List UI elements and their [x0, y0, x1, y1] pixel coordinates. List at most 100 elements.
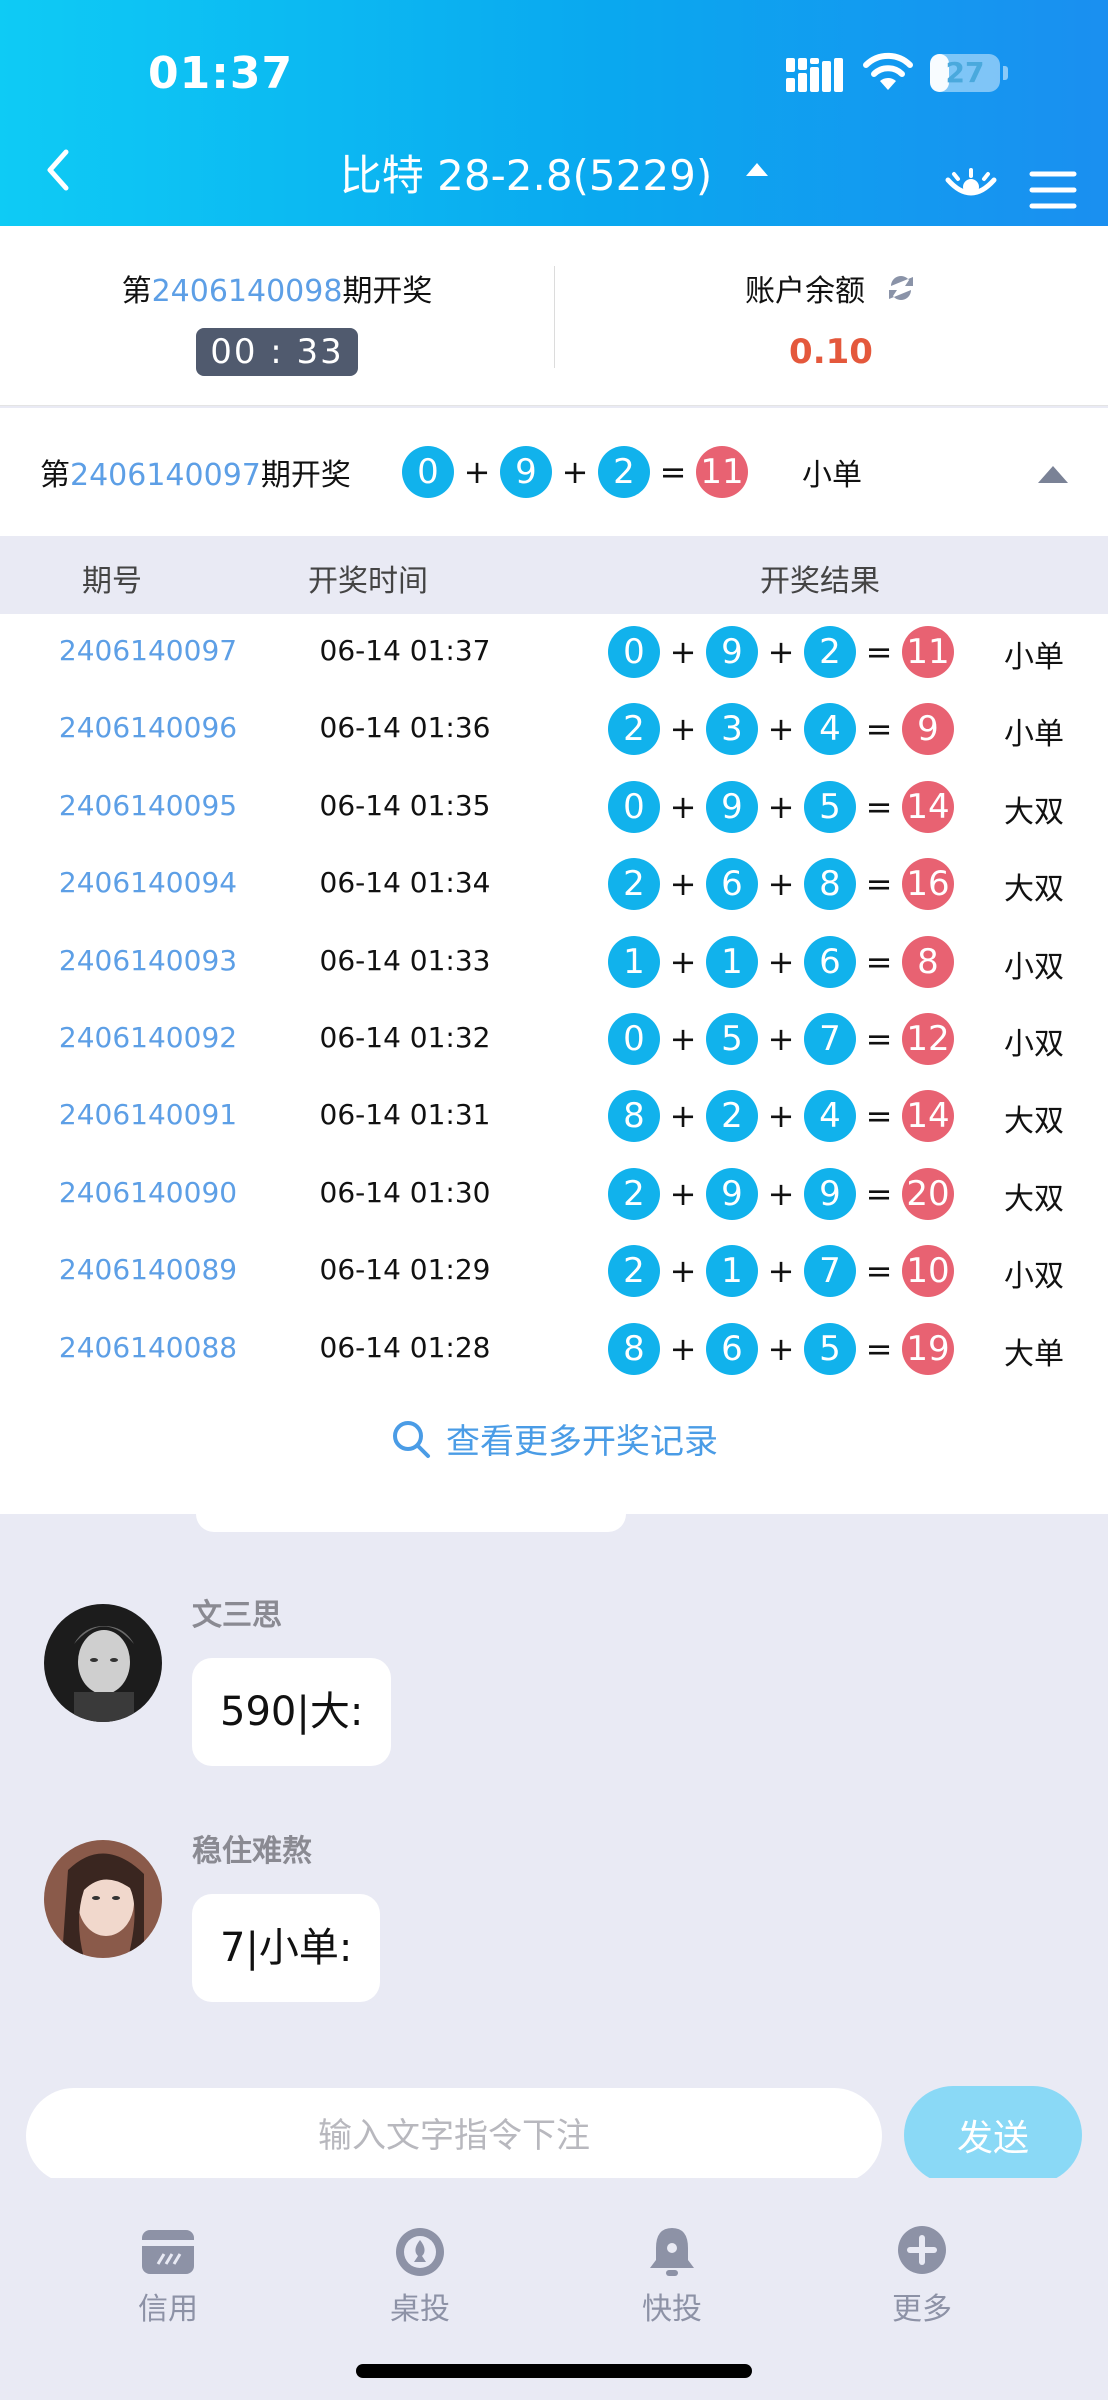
equals-sign: = [865, 710, 893, 749]
result-type-cell: 大双 [1004, 1104, 1064, 1140]
result-ball: 2 [608, 703, 660, 756]
refresh-icon[interactable] [885, 272, 917, 304]
result-ball: 0 [608, 626, 660, 678]
tab-label: 信用 [138, 2292, 198, 2327]
draw-suffix: 期开奖 [342, 274, 433, 309]
page-title-button[interactable]: 比特 28-2.8(5229) [0, 142, 1108, 203]
sum-ball: 19 [902, 1322, 954, 1375]
plus-sign: + [669, 1020, 697, 1058]
equals-sign: = [865, 787, 893, 826]
tab-label: 快投 [642, 2292, 702, 2327]
result-ball: 8 [608, 1090, 660, 1143]
view-more-label: 查看更多开奖记录 [446, 1422, 718, 1462]
plus-sign: + [767, 1020, 795, 1058]
result-ball: 6 [804, 935, 856, 988]
table-row[interactable]: 2406140097 06-14 01:37 0 +9 +2 = 11 小单 [0, 614, 1108, 691]
table-row[interactable]: 2406140093 06-14 01:33 1 +1 +6 = 8 小双 [0, 924, 1108, 1001]
sum-ball: 11 [902, 626, 954, 678]
table-row[interactable]: 2406140094 06-14 01:34 2 +6 +8 = 16 大双 [0, 846, 1108, 923]
time-cell: 06-14 01:35 [319, 788, 491, 822]
result-cell: 0 +5 +7 = 12 [608, 1013, 954, 1065]
sum-ball: 9 [902, 703, 954, 756]
plus-sign: + [669, 1097, 697, 1136]
plus-sign: + [767, 633, 795, 671]
result-ball: 5 [804, 1322, 856, 1375]
search-icon [393, 1420, 430, 1458]
result-ball: 2 [706, 1090, 758, 1143]
balance-label: 账户余额 [745, 274, 865, 309]
result-ball: 6 [706, 1322, 758, 1375]
status-time: 01:37 [148, 48, 294, 99]
plus-sign: + [669, 942, 697, 981]
previous-message-bubble [196, 1514, 626, 1532]
tab-more[interactable]: 更多 [842, 2224, 1002, 2328]
plus-sign: + [767, 865, 795, 904]
tab-label: 桌投 [390, 2292, 450, 2327]
plus-sign: + [767, 787, 795, 826]
table-row[interactable]: 2406140091 06-14 01:31 8 +2 +4 = 14 大双 [0, 1078, 1108, 1155]
plus-circle-icon [898, 2226, 946, 2274]
result-ball: 2 [608, 1167, 660, 1220]
collapse-caret-icon[interactable] [1038, 466, 1068, 483]
history-table-header: 期号 开奖时间 开奖结果 [0, 536, 1108, 614]
result-ball: 1 [706, 1245, 758, 1298]
result-ball: 3 [706, 703, 758, 756]
time-cell: 06-14 01:33 [319, 943, 491, 977]
table-row[interactable]: 2406140092 06-14 01:32 0 +5 +7 = 12 小双 [0, 1001, 1108, 1078]
table-row[interactable]: 2406140090 06-14 01:30 2 +9 +9 = 20 大双 [0, 1156, 1108, 1233]
table-row[interactable]: 2406140089 06-14 01:29 2 +1 +7 = 10 小双 [0, 1233, 1108, 1310]
battery-icon: 27 [930, 54, 1000, 92]
menu-icon[interactable] [1028, 168, 1078, 212]
time-cell: 06-14 01:32 [319, 1021, 491, 1054]
result-type-cell: 小双 [1004, 949, 1064, 985]
table-row[interactable]: 2406140088 06-14 01:28 8 +6 +5 = 19 大单 [0, 1311, 1108, 1388]
last-draw-summary[interactable]: 第2406140097期开奖 0 + 9 + 2 = 11 小单 [0, 408, 1108, 536]
view-more-link[interactable]: 查看更多开奖记录 [0, 1414, 1108, 1463]
tab-table-bet[interactable]: 桌投 [340, 2224, 500, 2328]
period-cell: 2406140097 [58, 634, 238, 667]
wifi-icon [863, 52, 913, 90]
sender-name: 稳住难熬 [192, 1834, 312, 1869]
avatar[interactable] [44, 1604, 162, 1722]
result-ball: 0 [608, 780, 660, 833]
plus-sign: + [463, 453, 491, 491]
result-ball: 9 [706, 1167, 758, 1220]
plus-sign: + [767, 1174, 795, 1213]
last-period-number: 2406140097 [70, 458, 261, 493]
tab-credit[interactable]: 信用 [88, 2224, 248, 2328]
plus-sign: + [561, 453, 589, 491]
plus-sign: + [669, 787, 697, 826]
time-cell: 06-14 01:29 [319, 1253, 491, 1287]
result-ball: 1 [608, 935, 660, 988]
chat-area[interactable]: 文三思 590|大: 稳住难熬 7|小单: [0, 1514, 1108, 2038]
avatar[interactable] [44, 1840, 162, 1958]
table-row[interactable]: 2406140095 06-14 01:35 0 +9 +5 = 14 大双 [0, 769, 1108, 846]
period-cell: 2406140093 [58, 943, 238, 977]
equals-sign: = [865, 1097, 893, 1136]
draw-prefix: 第 [40, 458, 70, 493]
result-ball: 8 [608, 1322, 660, 1375]
sum-ball: 11 [696, 446, 748, 498]
result-ball: 5 [706, 1013, 758, 1065]
message-bubble[interactable]: 7|小单: [192, 1894, 381, 2002]
tab-quick-bet[interactable]: 快投 [592, 2224, 752, 2328]
send-button[interactable]: 发送 [904, 2086, 1082, 2184]
column-header-period: 期号 [82, 564, 142, 599]
eye-toggle-icon[interactable] [944, 166, 998, 210]
equals-sign: = [865, 942, 893, 981]
result-type-cell: 小双 [1004, 1027, 1064, 1062]
result-cell: 2 +6 +8 = 16 [608, 858, 954, 911]
plus-sign: + [669, 710, 697, 749]
plus-sign: + [669, 1252, 697, 1291]
message-bubble[interactable]: 590|大: [192, 1658, 392, 1766]
result-ball: 1 [706, 935, 758, 988]
result-ball: 9 [706, 626, 758, 678]
result-type-cell: 大双 [1004, 1181, 1064, 1217]
result-type-cell: 大单 [1004, 1336, 1064, 1372]
column-header-result: 开奖结果 [760, 564, 880, 599]
table-row[interactable]: 2406140096 06-14 01:36 2 +3 +4 = 9 小单 [0, 691, 1108, 768]
command-input[interactable] [26, 2088, 882, 2184]
equals-sign: = [865, 1329, 893, 1368]
result-cell: 8 +2 +4 = 14 [608, 1090, 954, 1143]
plus-sign: + [767, 1329, 795, 1368]
